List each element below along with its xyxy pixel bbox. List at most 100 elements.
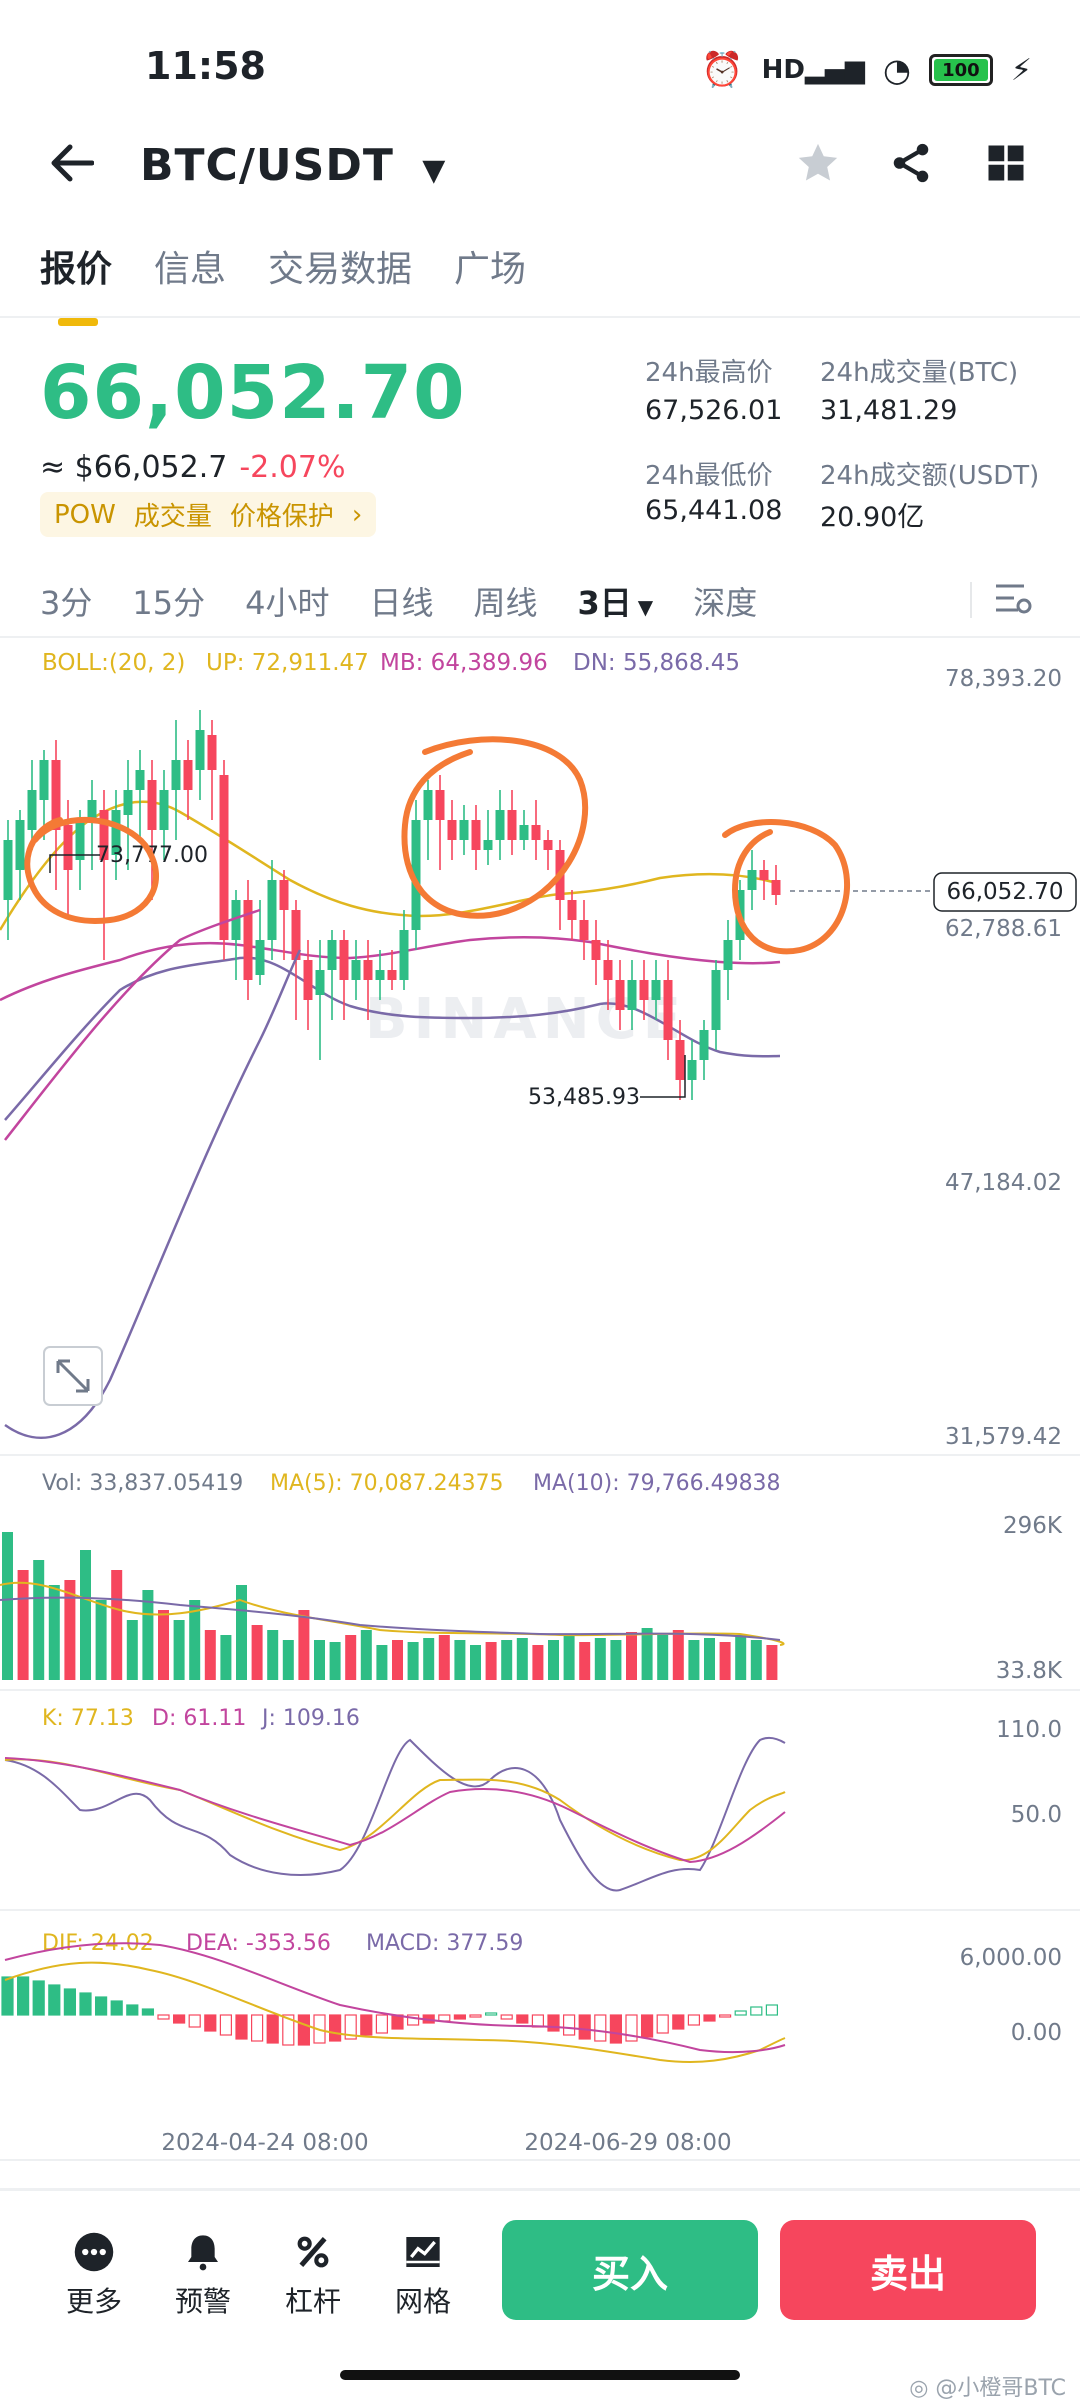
candle-body (207, 735, 217, 770)
chevron-down-icon: ▼ (422, 153, 447, 188)
macd-bar (204, 2014, 217, 2032)
boll-label: BOLL:(20, 2) (42, 650, 185, 676)
interval-1d[interactable]: 日线 (369, 578, 433, 624)
sell-button[interactable]: 卖出 (780, 2220, 1036, 2320)
tag-row[interactable]: POW 成交量 价格保护 › (40, 492, 377, 537)
volume-bar (345, 1635, 357, 1680)
expand-icon[interactable] (43, 1346, 103, 1406)
price-axis-4: 31,579.42 (945, 1424, 1062, 1450)
low-value: 65,441.08 (645, 495, 783, 526)
macd-bar (329, 2014, 342, 2042)
macd-bar (32, 1980, 45, 2016)
candle-body (627, 980, 637, 1010)
interval-1w[interactable]: 周线 (474, 578, 538, 624)
interval-15m[interactable]: 15分 (132, 578, 205, 624)
macd-bar (562, 2014, 576, 2036)
chevron-right-icon: › (351, 499, 363, 530)
interval-depth[interactable]: 深度 (693, 578, 757, 624)
macd-axis-top: 6,000.00 (960, 1945, 1062, 1971)
home-indicator[interactable] (340, 2370, 740, 2380)
price-axis-2: 62,788.61 (945, 916, 1062, 942)
candle-body (567, 900, 577, 920)
candle-body (459, 820, 469, 840)
buy-button[interactable]: 买入 (502, 2220, 758, 2320)
tab-trading-data[interactable]: 交易数据 (268, 240, 412, 292)
vol-label: Vol: 33,837.05419 (42, 1471, 243, 1496)
candle-body (195, 730, 205, 770)
candle-body (507, 810, 517, 840)
interval-3m[interactable]: 3分 (40, 578, 92, 624)
tab-quote[interactable]: 报价 (40, 240, 112, 326)
grid-button[interactable]: 网格 (395, 2230, 451, 2320)
macd-bar (656, 2014, 669, 2034)
candle-body (447, 820, 457, 840)
candle-body (603, 960, 613, 980)
volume-bar (142, 1590, 154, 1680)
macd-bar (500, 2014, 513, 2020)
signal-icon: HD▂▄▆ (761, 55, 865, 85)
volume-bar (314, 1640, 325, 1680)
volume-bar (485, 1642, 497, 1680)
fiat-price: ≈ $66,052.7 -2.07% (40, 450, 346, 485)
pair-selector[interactable]: BTC/USDT ▼ (140, 140, 446, 191)
macd-bar (157, 2014, 170, 2020)
macd-bar (141, 2008, 154, 2016)
tab-info[interactable]: 信息 (154, 240, 226, 292)
volume-bar (173, 1620, 185, 1680)
candle-body (711, 970, 721, 1030)
alert-button[interactable]: 预警 (175, 2230, 231, 2320)
interval-divider (970, 582, 972, 618)
candle-body (519, 825, 529, 840)
volume-bar (672, 1630, 684, 1680)
more-icon (72, 2230, 116, 2274)
candle-body (303, 960, 313, 1000)
interval-4h[interactable]: 4小时 (245, 578, 329, 624)
more-label: 更多 (66, 2285, 123, 2318)
vol-btc-label: 24h成交量(BTC) (820, 358, 1019, 388)
grid-trading-icon (401, 2230, 445, 2274)
kdj-d: D: 61.11 (152, 1706, 246, 1731)
back-button[interactable] (48, 140, 95, 194)
volume-bars (2, 1532, 778, 1680)
volume-bar (657, 1635, 669, 1680)
candle-body (759, 870, 769, 880)
tab-square[interactable]: 广场 (454, 240, 526, 292)
macd-histogram (1, 1976, 779, 2046)
tag-price-protect: 价格保护 (229, 502, 334, 532)
chart-settings-icon[interactable] (994, 580, 1032, 620)
date-axis-2: 2024-06-29 08:00 (524, 2130, 731, 2156)
macd-bar (672, 2014, 685, 2030)
vol-ma5: MA(5): 70,087.24375 (270, 1471, 504, 1496)
volume-bar (641, 1628, 653, 1680)
leverage-button[interactable]: 杠杆 (285, 2230, 341, 2320)
volume-bar (48, 1585, 60, 1680)
kline-chart[interactable]: BOLL:(20, 2) UP: 72,911.47 MB: 64,389.96… (0, 640, 1080, 2190)
macd-bar (94, 1996, 108, 2016)
macd-bar (79, 1992, 92, 2016)
volume-bar (454, 1640, 466, 1680)
candle-body (675, 1040, 685, 1080)
volume-bar (251, 1625, 263, 1680)
vol-axis-bottom: 33.8K (996, 1658, 1063, 1684)
candle-body (327, 940, 337, 970)
macd-bar (687, 2014, 701, 2026)
volume-bar (423, 1638, 435, 1680)
binance-watermark: BINANCE (365, 987, 687, 1052)
interval-3d[interactable]: 3日 ▼ (578, 578, 654, 624)
volume-bar (282, 1640, 294, 1680)
grid-menu-icon[interactable] (985, 142, 1027, 188)
vol-usdt-label: 24h成交额(USDT) (820, 461, 1040, 491)
favorite-star-icon[interactable] (795, 140, 841, 190)
more-button[interactable]: 更多 (66, 2230, 122, 2320)
candle-body (387, 970, 397, 980)
candle-body (3, 840, 13, 900)
share-icon[interactable] (888, 140, 934, 190)
volume-bar (438, 1635, 450, 1680)
candle-body (615, 980, 625, 1010)
candle-body (639, 980, 649, 1000)
candle-body (339, 940, 349, 980)
volume-bar (750, 1640, 762, 1680)
percent-icon (291, 2230, 335, 2274)
volume-bar (626, 1632, 637, 1680)
candle-body (423, 790, 433, 820)
